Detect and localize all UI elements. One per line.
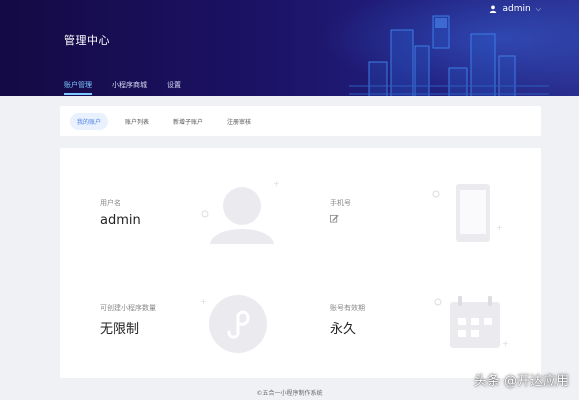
header-banner: admin ⌵ 管理中心 账户管理 小程序商城 设置 bbox=[0, 0, 579, 96]
validity-cell: 账号有效期 永久 bbox=[330, 303, 365, 337]
account-info-panel: 用户名 admin + 手机号 + 可创建小程序数量 无限制 + 账号有效期 永… bbox=[60, 148, 541, 378]
validity-value: 永久 bbox=[330, 322, 357, 337]
username-value: admin bbox=[100, 213, 141, 228]
tab-settings[interactable]: 设置 bbox=[167, 80, 181, 95]
chevron-down-icon: ⌵ bbox=[535, 4, 541, 13]
svg-text:+: + bbox=[200, 297, 207, 306]
subnav-add-sub-account[interactable]: 新增子账户 bbox=[166, 113, 210, 130]
footer-copyright: ©五合一小程序制作系统 bbox=[256, 390, 323, 397]
calendar-illustration: + bbox=[434, 296, 509, 348]
user-name: admin bbox=[502, 4, 531, 14]
phone-label: 手机号 bbox=[330, 199, 351, 207]
phone-cell: 手机号 bbox=[330, 198, 351, 227]
subnav-account-list[interactable]: 账户列表 bbox=[118, 113, 156, 130]
city-skyline-illustration bbox=[349, 15, 549, 96]
watermark: 头条 @开达应用 bbox=[473, 374, 569, 389]
username-label: 用户名 bbox=[100, 199, 121, 207]
quota-label: 可创建小程序数量 bbox=[100, 304, 156, 312]
quota-value: 无限制 bbox=[100, 322, 140, 337]
user-avatar-illustration: + bbox=[201, 179, 280, 244]
edit-icon[interactable] bbox=[330, 214, 339, 223]
user-icon bbox=[490, 5, 497, 13]
main-tabs: 账户管理 小程序商城 设置 bbox=[64, 80, 181, 95]
tab-mini-program-mall[interactable]: 小程序商城 bbox=[112, 80, 147, 95]
username-cell: 用户名 admin bbox=[100, 198, 141, 228]
mini-program-logo-illustration: + bbox=[200, 295, 267, 353]
user-menu[interactable]: admin ⌵ bbox=[489, 4, 541, 14]
quota-cell: 可创建小程序数量 无限制 bbox=[100, 303, 156, 337]
svg-text:+: + bbox=[502, 339, 509, 348]
validity-label: 账号有效期 bbox=[330, 304, 365, 312]
subnav-registration-review[interactable]: 注册审核 bbox=[220, 113, 258, 130]
sub-navigation: 我的账户 账户列表 新增子账户 注册审核 bbox=[60, 106, 541, 136]
svg-text:+: + bbox=[496, 223, 503, 232]
tab-account-management[interactable]: 账户管理 bbox=[64, 80, 92, 95]
page-title: 管理中心 bbox=[64, 34, 110, 47]
subnav-my-account[interactable]: 我的账户 bbox=[70, 112, 109, 130]
svg-text:+: + bbox=[273, 179, 280, 188]
phone-illustration: + bbox=[432, 184, 503, 242]
